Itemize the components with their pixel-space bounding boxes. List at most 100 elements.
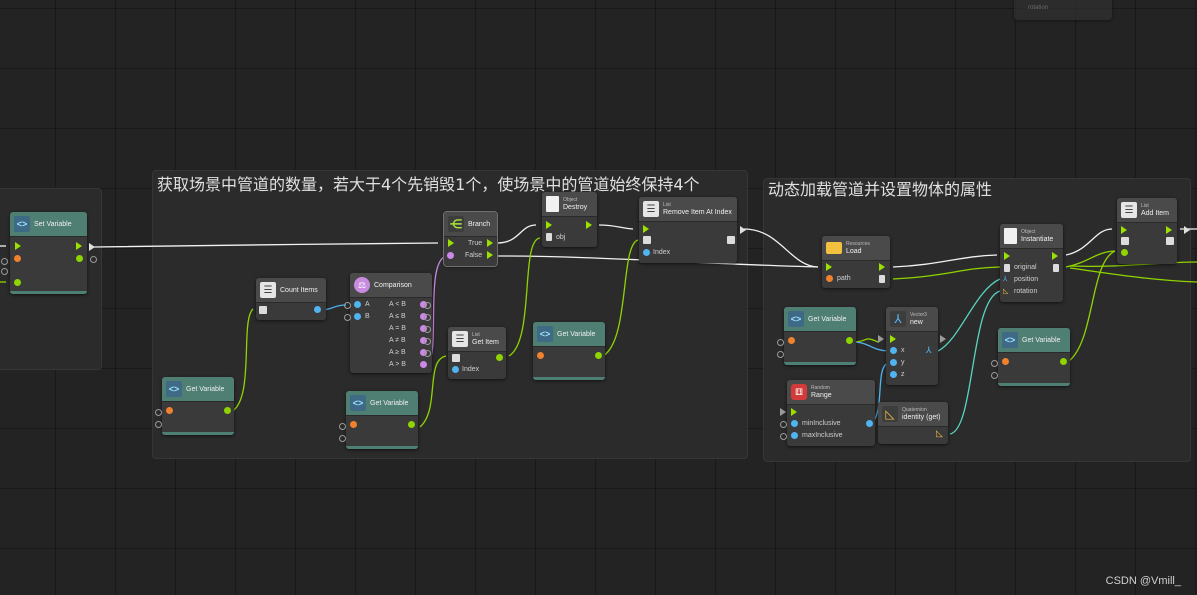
result-output-port[interactable] xyxy=(879,275,885,283)
original-input-port[interactable] xyxy=(1004,264,1010,272)
node-object-destroy[interactable]: Object Destroy obj xyxy=(542,192,597,247)
flow-in-port[interactable] xyxy=(546,221,552,229)
gt-output-port[interactable] xyxy=(420,361,427,368)
false-flow-out[interactable] xyxy=(487,251,493,259)
rotation-output-icon[interactable]: ◺ xyxy=(936,428,943,439)
node-get-variable-4[interactable]: <> Get Variable xyxy=(784,307,856,365)
max-input-port[interactable] xyxy=(791,432,798,439)
item-input-port[interactable] xyxy=(1121,249,1128,256)
unconnected-port[interactable] xyxy=(780,433,787,440)
node-quaternion-identity[interactable]: ◺ Quaternion identity (get) ◺ xyxy=(878,402,948,444)
unconnected-port[interactable] xyxy=(424,314,431,321)
value-output-port[interactable] xyxy=(224,407,231,414)
value-output-port[interactable] xyxy=(1060,358,1067,365)
flow-out-port[interactable] xyxy=(1052,252,1058,260)
flow-in-port[interactable] xyxy=(1121,226,1127,234)
index-input-port[interactable] xyxy=(452,366,459,373)
node-vector3-new[interactable]: ⅄ Vector3 new x y z ⅄ xyxy=(886,307,938,385)
unconnected-port[interactable] xyxy=(155,421,162,428)
value-output-port[interactable] xyxy=(76,255,83,262)
z-input-port[interactable] xyxy=(890,371,897,378)
path-input-port[interactable] xyxy=(826,275,833,282)
name-input-port[interactable] xyxy=(1002,358,1009,365)
value-output-port[interactable] xyxy=(408,421,415,428)
obj-input-port[interactable] xyxy=(546,233,552,241)
node-get-item[interactable]: ☰ List Get Item Index xyxy=(448,327,506,379)
index-label: Index xyxy=(653,249,671,256)
node-branch[interactable]: ⋲ Branch True False xyxy=(443,211,498,267)
node-object-instantiate[interactable]: Object Instantiate original ⅄ position ◺… xyxy=(1000,224,1063,302)
flow-out-port[interactable] xyxy=(879,263,885,271)
list-input-port[interactable] xyxy=(452,354,460,362)
unconnected-port[interactable] xyxy=(780,421,787,428)
node-resources-load[interactable]: Resources Load path xyxy=(822,236,890,288)
index-input-port[interactable] xyxy=(643,249,650,256)
unconnected-port[interactable] xyxy=(344,302,351,309)
node-count-items[interactable]: ☰ Count Items xyxy=(256,278,326,320)
x-input-port[interactable] xyxy=(890,347,897,354)
unconnected-port[interactable] xyxy=(777,351,784,358)
unconnected-port[interactable] xyxy=(424,302,431,309)
flow-in-unconnected[interactable] xyxy=(780,408,786,416)
vector-output-icon[interactable]: ⅄ xyxy=(926,345,932,356)
unconnected-port[interactable] xyxy=(1,258,8,265)
list-input-port[interactable] xyxy=(643,236,651,244)
unconnected-port[interactable] xyxy=(1,268,8,275)
true-flow-out[interactable] xyxy=(487,239,493,247)
list-output-port[interactable] xyxy=(727,236,735,244)
unconnected-port[interactable] xyxy=(991,360,998,367)
node-add-item[interactable]: ☰ List Add Item xyxy=(1117,198,1177,264)
unconnected-port[interactable] xyxy=(90,256,97,263)
node-get-variable-1[interactable]: <> Get Variable xyxy=(162,377,234,435)
flow-in-port[interactable] xyxy=(890,335,896,343)
unconnected-port[interactable] xyxy=(155,409,162,416)
flow-in-port[interactable] xyxy=(643,225,649,233)
name-input-port[interactable] xyxy=(537,352,544,359)
name-input-port[interactable] xyxy=(350,421,357,428)
flow-in-port[interactable] xyxy=(448,239,454,247)
value-input-port[interactable] xyxy=(14,279,21,286)
flow-out-unconnected[interactable] xyxy=(940,335,946,343)
unconnected-port[interactable] xyxy=(424,338,431,345)
flow-in-port[interactable] xyxy=(826,263,832,271)
unconnected-port[interactable] xyxy=(424,350,431,357)
list-input-port[interactable] xyxy=(259,306,267,314)
count-output-port[interactable] xyxy=(314,306,321,313)
flow-out-port[interactable] xyxy=(586,221,592,229)
value-output-port[interactable] xyxy=(846,337,853,344)
node-set-variable[interactable]: <> Set Variable xyxy=(10,212,87,294)
unconnected-port[interactable] xyxy=(344,314,351,321)
unconnected-port[interactable] xyxy=(424,326,431,333)
unconnected-port[interactable] xyxy=(339,423,346,430)
list-output-port[interactable] xyxy=(1166,237,1174,245)
node-get-variable-3[interactable]: <> Get Variable xyxy=(533,322,605,380)
name-input-port[interactable] xyxy=(14,255,21,262)
unconnected-port[interactable] xyxy=(991,372,998,379)
flow-out-port[interactable] xyxy=(76,242,82,250)
flow-in-unconnected[interactable] xyxy=(878,335,884,343)
node-random-range[interactable]: ⚅ Random Range minInclusive maxInclusive xyxy=(787,380,875,446)
min-input-port[interactable] xyxy=(791,420,798,427)
range-output-port[interactable] xyxy=(866,420,873,427)
unconnected-port[interactable] xyxy=(339,435,346,442)
name-input-port[interactable] xyxy=(166,407,173,414)
flow-out-port[interactable] xyxy=(1166,226,1172,234)
node-get-variable-2[interactable]: <> Get Variable xyxy=(346,391,418,449)
result-output-port[interactable] xyxy=(1053,264,1059,272)
condition-input-port[interactable] xyxy=(447,252,454,259)
value-output-port[interactable] xyxy=(595,352,602,359)
a-input-port[interactable] xyxy=(354,301,361,308)
flow-in-port[interactable] xyxy=(791,408,797,416)
flow-in-port[interactable] xyxy=(15,242,21,250)
node-remove-item-at-index[interactable]: ☰ List Remove Item At Index Index xyxy=(639,197,737,263)
node-comparison[interactable]: ⚖ Comparison A B A < B A ≤ B A = B A ≠ B… xyxy=(350,273,432,373)
y-input-port[interactable] xyxy=(890,359,897,366)
name-input-port[interactable] xyxy=(788,337,795,344)
flow-in-port[interactable] xyxy=(1004,252,1010,260)
b-input-port[interactable] xyxy=(354,313,361,320)
node-get-variable-5[interactable]: <> Get Variable xyxy=(998,328,1070,386)
list-input-port[interactable] xyxy=(1121,237,1129,245)
partial-node-top[interactable]: rotation xyxy=(1014,0,1112,20)
unconnected-port[interactable] xyxy=(777,339,784,346)
item-output-port[interactable] xyxy=(496,354,503,361)
